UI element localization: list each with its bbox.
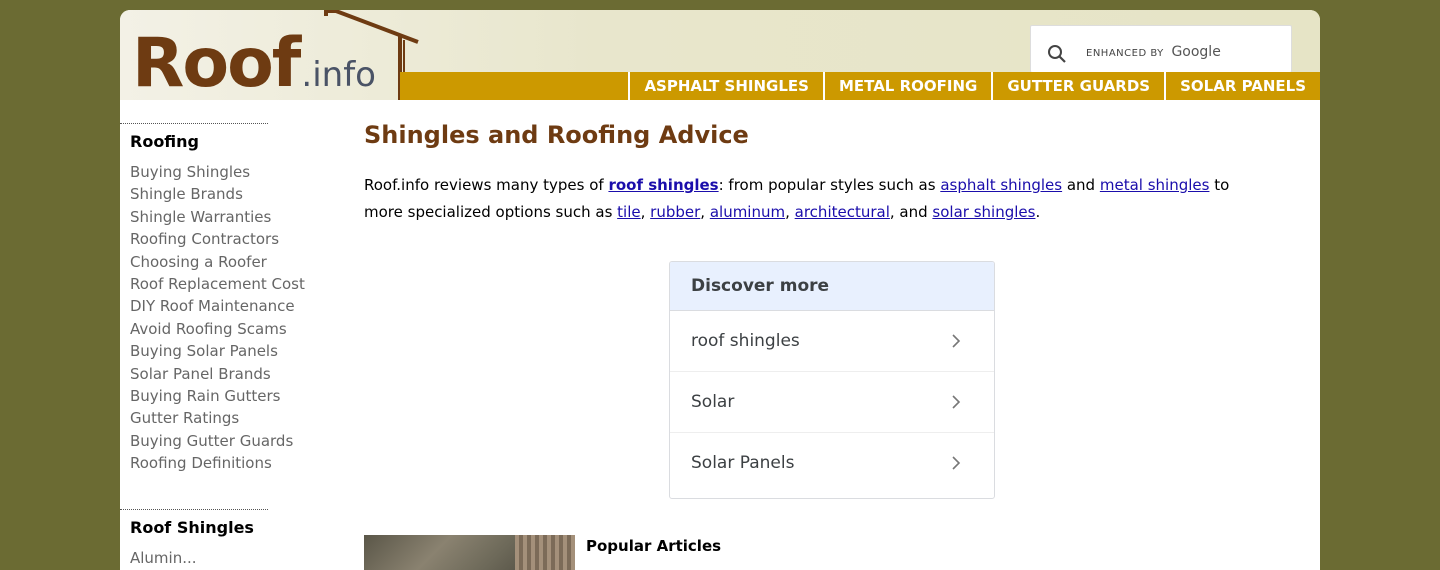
sidebar-link-buying-gutter-guards[interactable]: Buying Gutter Guards bbox=[130, 430, 293, 452]
nav-item-asphalt-shingles[interactable]: ASPHALT SHINGLES bbox=[628, 72, 823, 100]
logo-suffix: .info bbox=[301, 55, 376, 95]
link-rubber[interactable]: rubber bbox=[650, 203, 700, 221]
link-aluminum[interactable]: aluminum bbox=[710, 203, 785, 221]
sidebar-link-buying-rain-gutters[interactable]: Buying Rain Gutters bbox=[130, 385, 280, 407]
intro-text: Roof.info reviews many types of bbox=[364, 176, 609, 194]
discover-item-solar-panels[interactable]: Solar Panels bbox=[670, 433, 994, 493]
chevron-right-icon bbox=[952, 456, 961, 470]
discover-item-solar[interactable]: Solar bbox=[670, 372, 994, 433]
top-nav-items: ASPHALT SHINGLES METAL ROOFING GUTTER GU… bbox=[628, 72, 1320, 100]
intro-text: and bbox=[1062, 176, 1100, 194]
sidebar-link-choosing-a-roofer[interactable]: Choosing a Roofer bbox=[130, 251, 268, 273]
google-label: Google bbox=[1171, 44, 1221, 60]
page-title: Shingles and Roofing Advice bbox=[364, 121, 749, 149]
nav-item-metal-roofing[interactable]: METAL ROOFING bbox=[822, 72, 991, 100]
discover-item-roof-shingles[interactable]: roof shingles bbox=[670, 311, 994, 372]
link-tile[interactable]: tile bbox=[617, 203, 640, 221]
discover-item-label: Solar bbox=[691, 392, 735, 412]
search-icon[interactable] bbox=[1047, 44, 1067, 64]
sidebar-link-shingle-warranties[interactable]: Shingle Warranties bbox=[130, 206, 271, 228]
logo-brand: Roof bbox=[132, 24, 301, 103]
popular-articles-heading: Popular Articles bbox=[586, 537, 722, 555]
intro-text: , bbox=[640, 203, 651, 221]
link-solar-shingles[interactable]: solar shingles bbox=[932, 203, 1035, 221]
search-branding: ENHANCED BY Google bbox=[1086, 44, 1221, 60]
link-roof-shingles[interactable]: roof shingles bbox=[608, 176, 718, 194]
intro-text: : from popular styles such as bbox=[718, 176, 941, 194]
page: Roof.info ENHANCED BY Google ASPHALT SHI… bbox=[120, 10, 1320, 570]
popular-article-thumbnail[interactable] bbox=[364, 535, 575, 570]
nav-item-gutter-guards[interactable]: GUTTER GUARDS bbox=[991, 72, 1164, 100]
sidebar-link-gutter-ratings[interactable]: Gutter Ratings bbox=[130, 407, 268, 429]
nav-item-solar-panels[interactable]: SOLAR PANELS bbox=[1164, 72, 1320, 100]
sidebar-link-list: Buying Shingles Shingle Brands Shingle W… bbox=[130, 161, 305, 475]
intro-text: , bbox=[700, 203, 710, 221]
main-content: Shingles and Roofing Advice Roof.info re… bbox=[364, 120, 1264, 499]
search-brand-label: ENHANCED BY bbox=[1086, 48, 1164, 59]
sidebar-section-roofing: Roofing Buying Shingles Shingle Brands S… bbox=[120, 123, 305, 475]
intro-text: . bbox=[1035, 203, 1041, 221]
sidebar-link-buying-solar-panels[interactable]: Buying Solar Panels bbox=[130, 340, 278, 362]
discover-more-box: Discover more roof shingles Solar Solar … bbox=[669, 261, 995, 499]
sidebar-link-diy-roof-maintenance[interactable]: DIY Roof Maintenance bbox=[130, 295, 295, 317]
sidebar-link-partial[interactable]: Alumin... bbox=[130, 547, 268, 569]
link-architectural[interactable]: architectural bbox=[795, 203, 890, 221]
intro-text: , bbox=[785, 203, 795, 221]
sidebar-link-buying-shingles[interactable]: Buying Shingles bbox=[130, 161, 268, 183]
link-asphalt-shingles[interactable]: asphalt shingles bbox=[940, 176, 1062, 194]
sidebar-link-roofing-definitions[interactable]: Roofing Definitions bbox=[130, 452, 272, 474]
sidebar-link-avoid-roofing-scams[interactable]: Avoid Roofing Scams bbox=[130, 318, 287, 340]
sidebar: Roofing Buying Shingles Shingle Brands S… bbox=[120, 123, 320, 569]
header: Roof.info ENHANCED BY Google ASPHALT SHI… bbox=[120, 10, 1320, 100]
thumbnail-detail bbox=[515, 535, 575, 570]
chevron-right-icon bbox=[952, 334, 961, 348]
chevron-right-icon bbox=[952, 395, 961, 409]
sidebar-link-shingle-brands[interactable]: Shingle Brands bbox=[130, 183, 268, 205]
discover-more-heading: Discover more bbox=[670, 262, 994, 311]
logo-wordmark: Roof.info bbox=[132, 28, 376, 111]
sidebar-link-roofing-contractors[interactable]: Roofing Contractors bbox=[130, 228, 279, 250]
sidebar-section-title: Roof Shingles bbox=[130, 517, 254, 537]
sidebar-link-roof-replacement-cost[interactable]: Roof Replacement Cost bbox=[130, 273, 305, 295]
sidebar-link-solar-panel-brands[interactable]: Solar Panel Brands bbox=[130, 363, 271, 385]
discover-item-label: Solar Panels bbox=[691, 453, 795, 473]
intro-paragraph: Roof.info reviews many types of roof shi… bbox=[364, 172, 1244, 226]
site-logo[interactable]: Roof.info bbox=[126, 10, 421, 100]
link-metal-shingles[interactable]: metal shingles bbox=[1100, 176, 1210, 194]
top-nav: ASPHALT SHINGLES METAL ROOFING GUTTER GU… bbox=[400, 72, 1320, 100]
discover-item-label: roof shingles bbox=[691, 331, 800, 351]
sidebar-section-title: Roofing bbox=[130, 132, 200, 151]
search-box[interactable]: ENHANCED BY Google bbox=[1030, 25, 1292, 73]
intro-text: , and bbox=[889, 203, 933, 221]
